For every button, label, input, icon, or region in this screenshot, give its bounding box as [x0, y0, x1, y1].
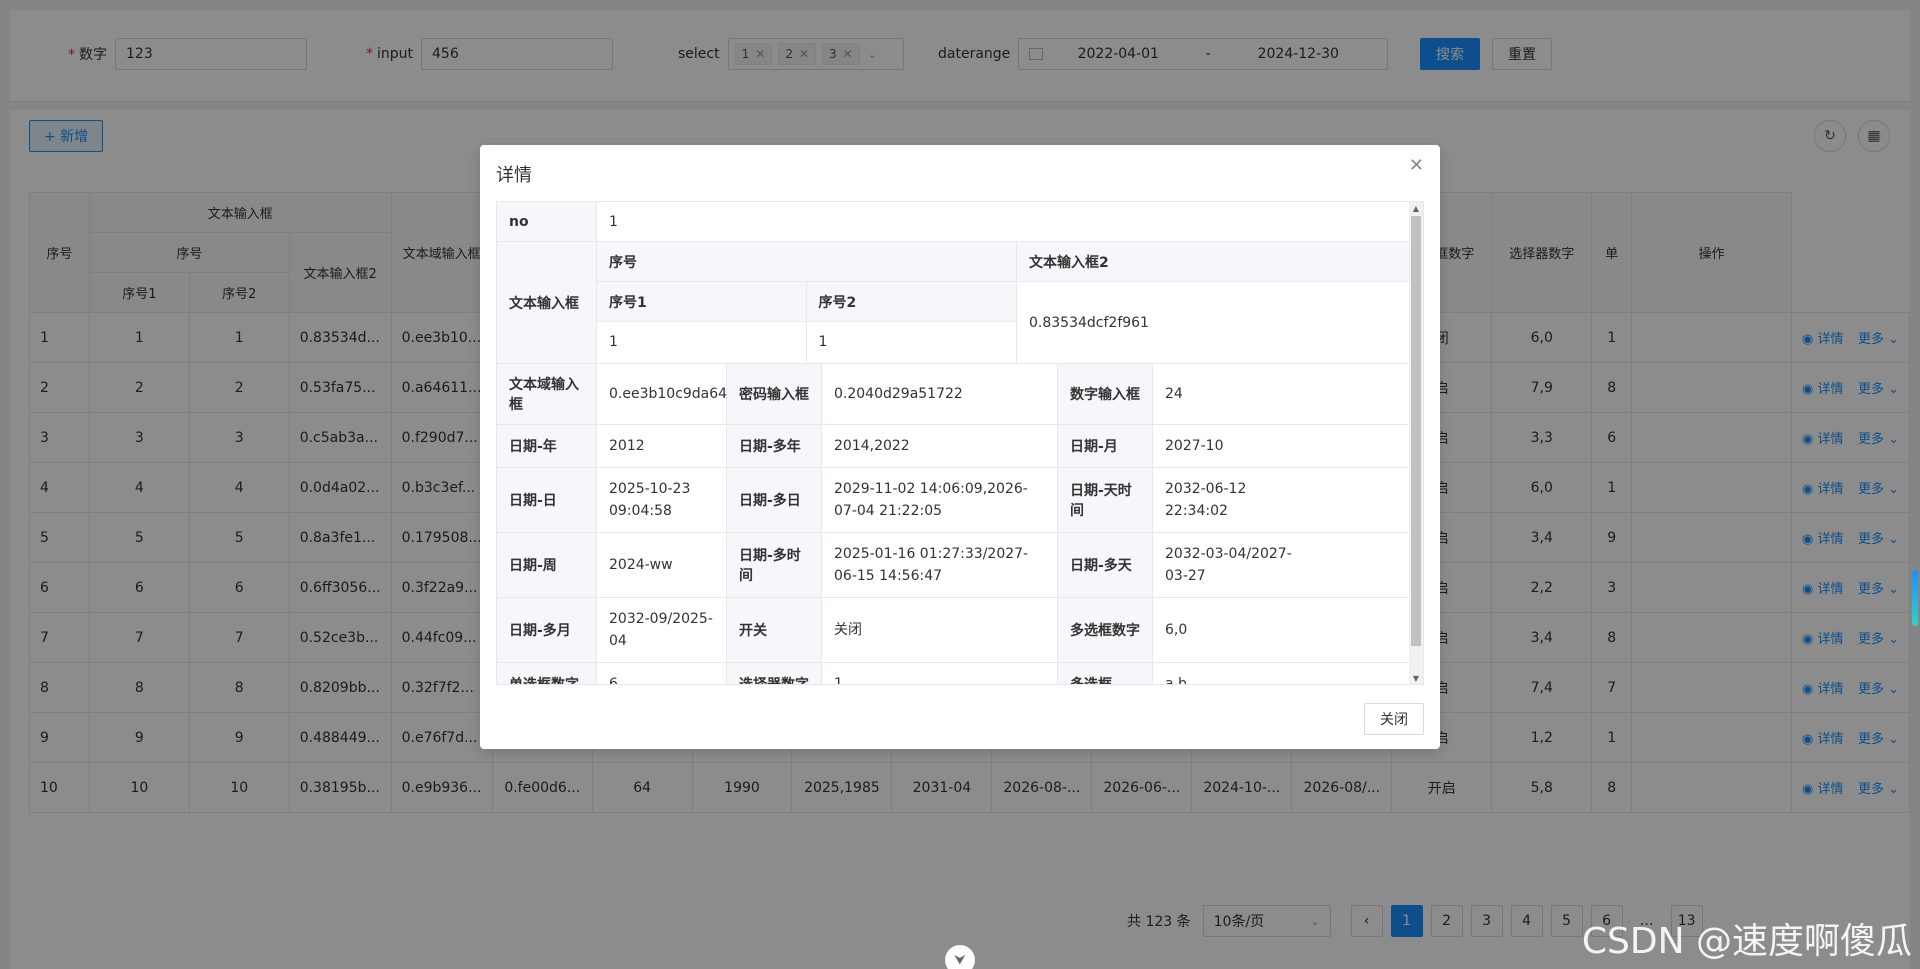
- back-to-top-icon[interactable]: ⮟: [945, 945, 975, 969]
- desc-label: 日期-月: [1058, 425, 1153, 467]
- detail-modal: 详情 ✕ no 1 文本输入框 序号 序号1 序号2 1 1 文本输入框2 0.…: [480, 145, 1440, 749]
- scroll-thumb[interactable]: [1411, 216, 1421, 646]
- desc-label: 日期-多月: [497, 598, 597, 662]
- desc-value: 0.ee3b10c9da64a: [597, 364, 736, 424]
- desc-label: 多选框: [1058, 663, 1153, 684]
- nested-group: 序号 序号1 序号2 1 1: [597, 242, 1017, 363]
- desc-value: 1: [818, 334, 828, 350]
- scroll-down-icon[interactable]: ▼: [1409, 672, 1423, 684]
- desc-value: 2025-10-23 09:04:58: [597, 468, 727, 532]
- desc-row: 文本域输入框 0.ee3b10c9da64a 密码输入框 0.2040d29a5172…: [497, 364, 1411, 425]
- modal-body[interactable]: no 1 文本输入框 序号 序号1 序号2 1 1 文本输入框2 0.83534…: [496, 201, 1424, 685]
- desc-value: 0.2040d29a51722: [822, 364, 1058, 424]
- desc-label: 文本输入框: [497, 242, 597, 363]
- desc-label: 多选框数字: [1058, 598, 1153, 662]
- desc-value: 2032-03-04/2027-03-27: [1165, 546, 1292, 584]
- desc-row: 文本输入框 序号 序号1 序号2 1 1 文本输入框2 0.83534dcf2f…: [497, 242, 1411, 364]
- watermark: CSDN @速度啊傻瓜: [1581, 921, 1912, 962]
- close-icon[interactable]: ✕: [1409, 155, 1424, 176]
- desc-label: 日期-周: [497, 533, 597, 597]
- desc-label: 密码输入框: [727, 364, 822, 424]
- desc-row: 日期-日 2025-10-23 09:04:58 日期-多日 2029-11-02 1…: [497, 468, 1411, 533]
- desc-value: 关闭: [822, 598, 1058, 662]
- page-scroll-indicator[interactable]: [1912, 570, 1918, 626]
- desc-value: 6: [597, 663, 727, 684]
- desc-label: 序号2: [806, 282, 1016, 321]
- desc-row: 日期-年 2012 日期-多年 2014,2022 日期-月 2027-10: [497, 425, 1411, 468]
- desc-label: 日期-多年: [727, 425, 822, 467]
- desc-label: 选择器数字: [727, 663, 822, 684]
- nested-group: 文本输入框2 0.83534dcf2f961: [1017, 242, 1411, 363]
- desc-value: 2012: [597, 425, 727, 467]
- desc-value: 24: [1165, 386, 1183, 402]
- desc-label: no: [497, 202, 597, 241]
- desc-value: 2024-ww: [597, 533, 727, 597]
- desc-value: 6,0: [1165, 622, 1188, 638]
- desc-label: 日期-多日: [727, 468, 822, 532]
- desc-value: a,b: [1165, 676, 1187, 685]
- desc-row: 日期-多月 2032-09/2025-04 开关 关闭 多选框数字 6,0: [497, 598, 1411, 663]
- desc-value: 2014,2022: [822, 425, 1058, 467]
- desc-value: 2029-11-02 14:06:09,2026-07-04 21:22:05: [822, 468, 1058, 532]
- desc-value: 2025-01-16 01:27:33/2027-06-15 14:56:47: [822, 533, 1058, 597]
- desc-label: 日期-多时间: [727, 533, 822, 597]
- desc-label: 数字输入框: [1058, 364, 1153, 424]
- desc-row: 单选框数字 6 选择器数字 1 多选框 a,b: [497, 663, 1411, 685]
- close-button[interactable]: 关闭: [1364, 703, 1424, 735]
- desc-value: 2032-09/2025-04: [597, 598, 727, 662]
- desc-label: 文本输入框2: [1017, 242, 1411, 282]
- desc-label: 开关: [727, 598, 822, 662]
- desc-label: 序号1: [597, 282, 807, 321]
- desc-label: 日期-年: [497, 425, 597, 467]
- desc-label: 日期-天时间: [1058, 468, 1153, 532]
- modal-title: 详情: [496, 165, 532, 186]
- desc-label: 单选框数字: [497, 663, 597, 684]
- desc-label: 日期-日: [497, 468, 597, 532]
- desc-value: 1: [609, 213, 618, 230]
- desc-row: no 1: [497, 202, 1411, 242]
- desc-value: 0.83534dcf2f961: [1029, 314, 1149, 331]
- desc-label: 日期-多天: [1058, 533, 1153, 597]
- desc-value: 2032-06-12 22:34:02: [1165, 481, 1247, 519]
- desc-value: 1: [597, 322, 807, 362]
- description-table: no 1 文本输入框 序号 序号1 序号2 1 1 文本输入框2 0.83534…: [497, 202, 1411, 685]
- desc-label: 序号: [597, 242, 1016, 282]
- scroll-up-icon[interactable]: ▲: [1409, 202, 1423, 216]
- desc-row: 日期-周 2024-ww 日期-多时间 2025-01-16 01:27:33/202…: [497, 533, 1411, 598]
- desc-value: 1: [822, 663, 1058, 684]
- desc-label: 文本域输入框: [497, 364, 597, 424]
- modal-scrollbar[interactable]: ▲ ▼: [1409, 202, 1423, 684]
- desc-value: 2027-10: [1165, 438, 1224, 454]
